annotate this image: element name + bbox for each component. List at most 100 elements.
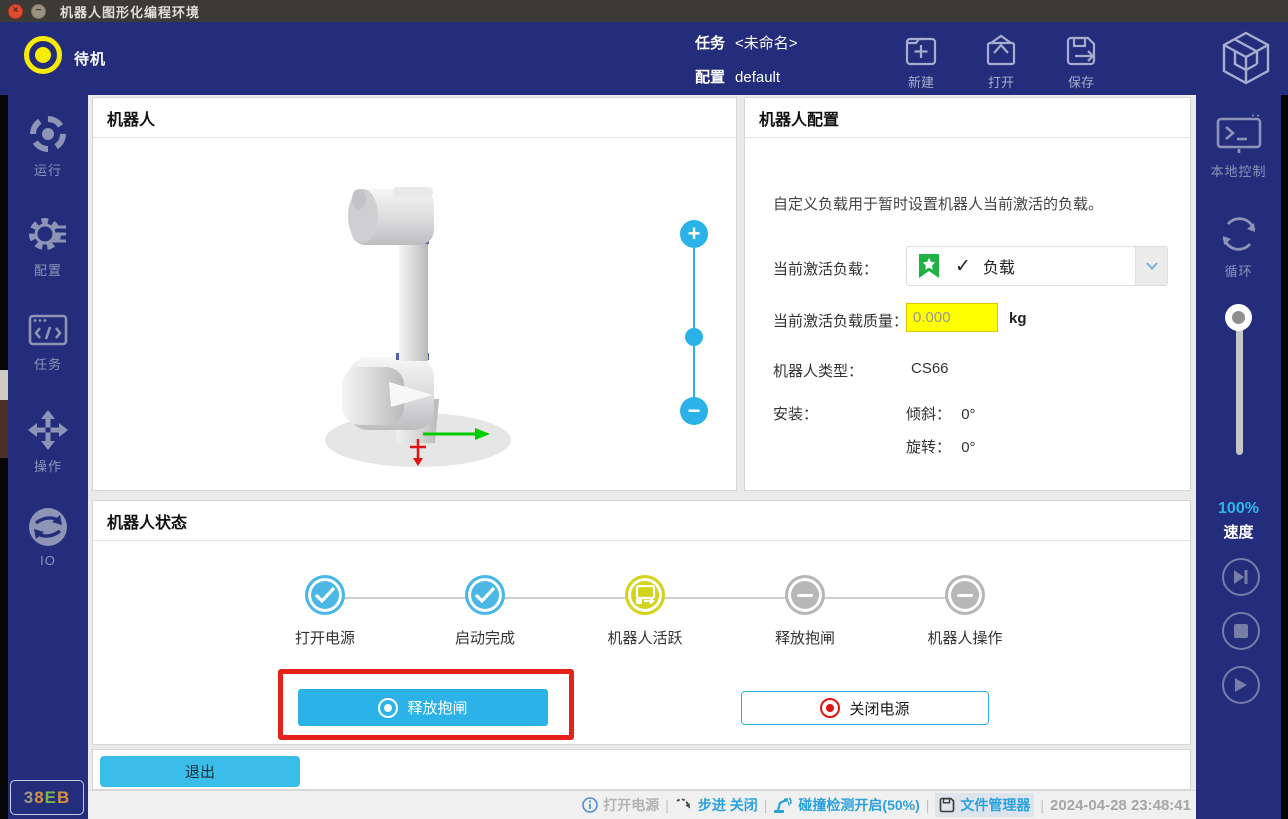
release-brake-label: 释放抱闸 (407, 697, 467, 718)
build-code-badge: 38EB (10, 780, 84, 815)
new-button-label: 新建 (889, 72, 953, 91)
move-arrows-icon (26, 408, 70, 452)
skip-end-icon (1232, 569, 1250, 585)
right-screen-edge (1281, 95, 1288, 819)
zoom-out-button[interactable]: − (680, 397, 708, 425)
payload-mass-input[interactable] (906, 303, 998, 332)
local-control-label: 本地控制 (1196, 161, 1281, 180)
left-sidebar: 运行 配置 任务 操作 (8, 95, 88, 819)
robot-config-panel: 机器人配置 自定义负载用于暂时设置机器人当前激活的负载。 当前激活负载： ✓ 负… (744, 97, 1191, 491)
sidebar-item-run[interactable]: 运行 (8, 112, 88, 179)
save-icon (1063, 33, 1099, 69)
floppy-icon (939, 797, 955, 813)
save-task-button[interactable]: 保存 (1049, 33, 1113, 91)
step-label: 启动完成 (425, 627, 545, 648)
task-row: 任务<未命名> (695, 32, 798, 53)
new-file-icon (903, 33, 939, 69)
desktop-sliver-2 (0, 400, 8, 458)
minimize-icon[interactable]: − (31, 4, 46, 19)
play-button[interactable] (1222, 666, 1260, 704)
badge-char: B (57, 788, 70, 808)
minus-icon (797, 594, 813, 597)
save-button-label: 保存 (1049, 72, 1113, 91)
step-robot-operate: 机器人操作 (905, 575, 1025, 648)
sidebar-item-operate[interactable]: 操作 (8, 408, 88, 475)
bookmark-star-icon (917, 252, 941, 280)
sidebar-item-io[interactable]: IO (8, 505, 88, 568)
app-window: × − 机器人图形化编程环境 待机 任务<未命名> 配置default 新建 (0, 0, 1288, 819)
circle-dot-icon (378, 698, 398, 718)
new-task-button[interactable]: 新建 (889, 33, 953, 91)
config-gear-icon (25, 212, 71, 256)
active-payload-select[interactable]: ✓ 负载 (906, 246, 1168, 286)
speed-slider-track[interactable] (1236, 312, 1243, 455)
right-sidebar: 本地控制 循环 100% 速度 (1196, 95, 1281, 819)
stop-icon (1234, 624, 1248, 638)
sidebar-item-task[interactable]: 任务 (8, 310, 88, 373)
clock-timestamp: 2024-04-28 23:48:41 (1050, 797, 1191, 814)
payload-select-caret[interactable] (1135, 247, 1167, 285)
task-value: <未命名> (735, 35, 798, 52)
robot-type-value: CS66 (911, 360, 949, 377)
robot-panel-title: 机器人 (93, 98, 736, 138)
rotation-label: 旋转： (906, 439, 951, 456)
file-manager-item[interactable]: 文件管理器 (935, 793, 1034, 817)
local-control-terminal-icon (1215, 113, 1263, 157)
sidebar-label-operate: 操作 (8, 456, 88, 475)
status-panel-title: 机器人状态 (93, 501, 1190, 541)
release-brake-button[interactable]: 释放抱闸 (298, 689, 548, 726)
config-value: default (735, 69, 780, 86)
tilt-label: 倾斜： (906, 406, 951, 423)
top-header: 待机 任务<未命名> 配置default 新建 打开 (0, 22, 1288, 95)
robot-active-icon (634, 585, 656, 605)
window-title: 机器人图形化编程环境 (60, 2, 200, 21)
sidebar-label-config: 配置 (8, 260, 88, 279)
exit-label: 退出 (185, 761, 215, 782)
power-status-label: 打开电源 (603, 795, 659, 815)
exit-button[interactable]: 退出 (100, 756, 300, 787)
open-file-icon (983, 33, 1019, 69)
step-mode-item[interactable]: 步进 关闭 (675, 795, 758, 815)
run-icon (26, 112, 70, 156)
active-payload-value: 负载 (983, 254, 1015, 278)
tilt-value: 0° (961, 406, 975, 423)
close-icon[interactable]: × (8, 4, 23, 19)
step-release-brake: 释放抱闸 (745, 575, 865, 648)
step-mode-label: 步进 关闭 (698, 795, 758, 815)
badge-char: 8 (34, 788, 44, 808)
sidebar-item-config[interactable]: 配置 (8, 212, 88, 279)
robot-type-label: 机器人类型： (773, 360, 863, 381)
loop-label: 循环 (1196, 261, 1281, 280)
circle-dot-red-icon (820, 698, 840, 718)
step-forward-button[interactable] (1222, 558, 1260, 596)
loop-button[interactable]: 循环 (1196, 211, 1281, 280)
view-zoom-handle[interactable] (685, 328, 703, 346)
speed-label: 速度 (1196, 521, 1281, 542)
robot-3d-view[interactable] (93, 139, 738, 490)
power-status-item[interactable]: 打开电源 (582, 795, 659, 815)
collision-icon (773, 796, 793, 814)
open-button-label: 打开 (969, 72, 1033, 91)
badge-char: E (45, 788, 57, 808)
rotation-value: 0° (961, 439, 975, 456)
speed-slider-handle[interactable] (1225, 304, 1252, 331)
payload-mass-label: 当前激活负载质量： (773, 310, 908, 331)
separator: | (926, 797, 930, 813)
collision-detect-item[interactable]: 碰撞检测开启(50%) (773, 795, 919, 815)
zoom-in-button[interactable]: + (680, 220, 708, 248)
mount-label: 安装： (773, 403, 818, 424)
check-icon (314, 586, 336, 604)
speed-percent: 100% (1196, 500, 1281, 518)
step-label: 释放抱闸 (745, 627, 865, 648)
tilt-row: 倾斜： 0° (906, 403, 976, 424)
collision-detect-label: 碰撞检测开启(50%) (798, 795, 919, 815)
local-control-button[interactable]: 本地控制 (1196, 113, 1281, 180)
separator: | (665, 797, 669, 813)
brand-cube-logo (1220, 30, 1272, 86)
power-off-button[interactable]: 关闭电源 (741, 691, 989, 725)
open-task-button[interactable]: 打开 (969, 33, 1033, 91)
check-mark: ✓ (955, 255, 971, 278)
title-bar: × − 机器人图形化编程环境 (0, 0, 1288, 22)
step-mode-icon (675, 797, 693, 813)
stop-button[interactable] (1222, 612, 1260, 650)
